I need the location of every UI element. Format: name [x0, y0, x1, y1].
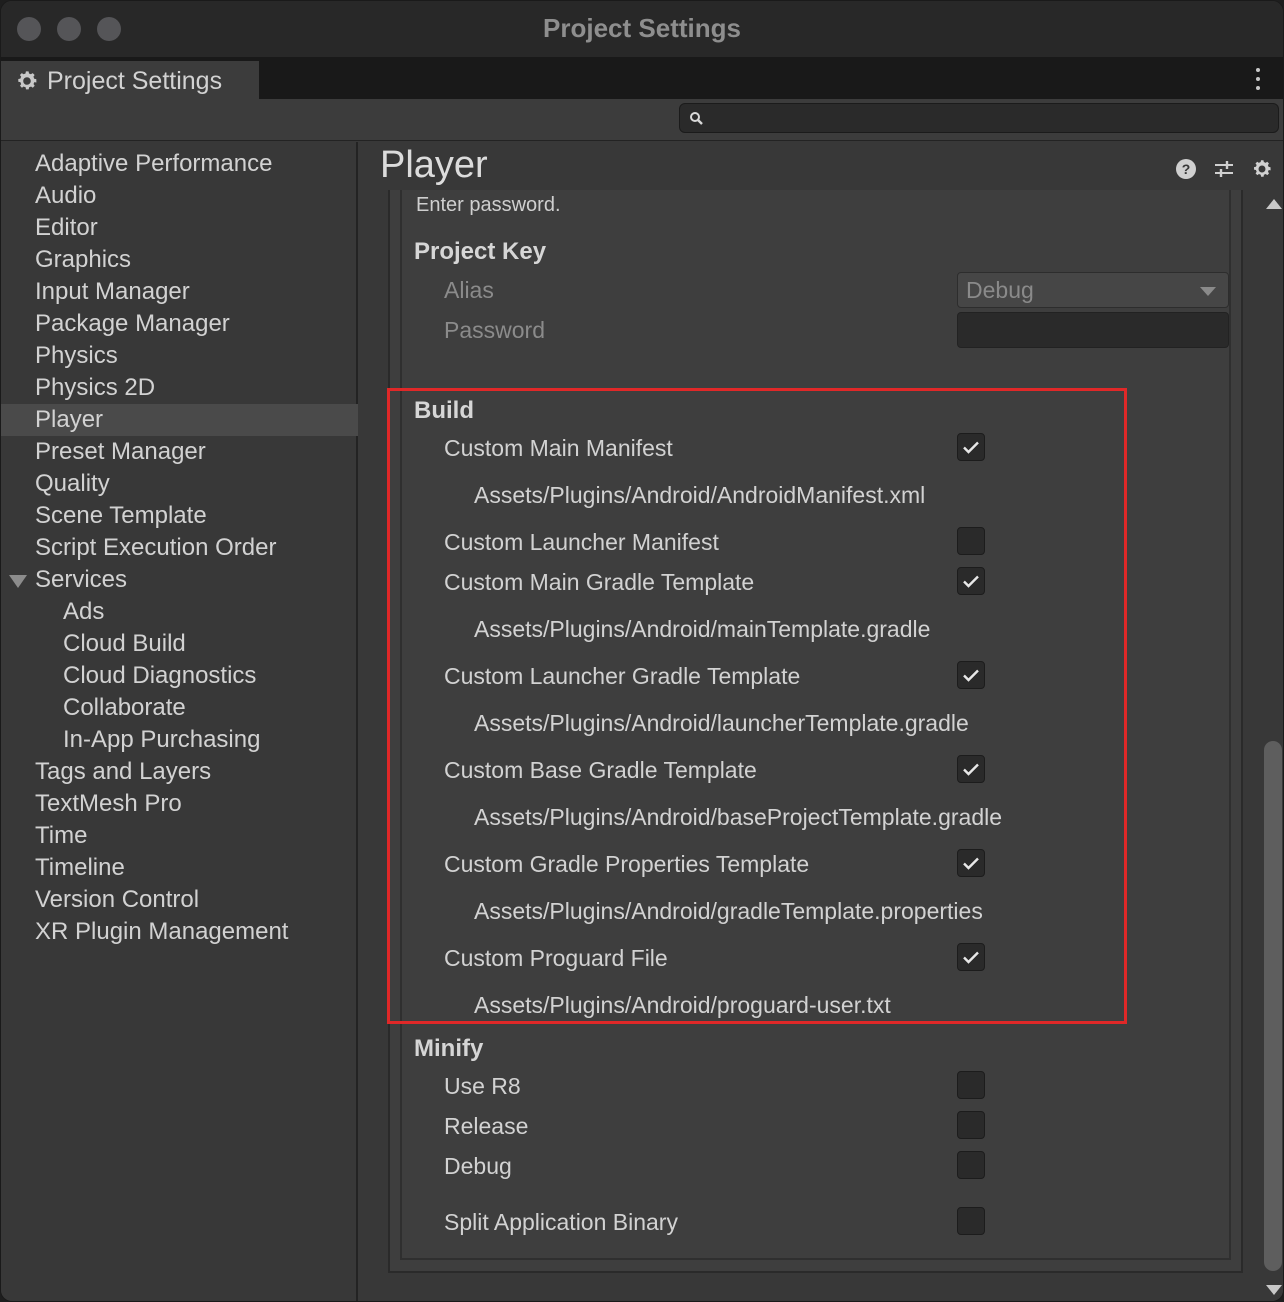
- sidebar-item-player[interactable]: Player: [1, 404, 358, 436]
- settings-gear-icon[interactable]: [1251, 158, 1273, 180]
- project-settings-window: Project Settings Project Settings Adapti…: [0, 0, 1284, 1302]
- minify-heading: Minify: [414, 1035, 484, 1062]
- use-r8-checkbox[interactable]: [957, 1071, 985, 1099]
- sidebar-item-audio[interactable]: Audio: [1, 180, 358, 212]
- alias-dropdown[interactable]: Debug: [957, 272, 1229, 308]
- release-label: Release: [444, 1113, 529, 1139]
- sidebar-item-time[interactable]: Time: [1, 820, 358, 852]
- scroll-down-arrow-icon[interactable]: [1266, 1285, 1282, 1295]
- scrollbar-thumb[interactable]: [1264, 741, 1282, 1271]
- help-icon[interactable]: ?: [1175, 158, 1197, 180]
- project-key-heading: Project Key: [414, 238, 547, 265]
- sidebar-item-in-app-purchasing[interactable]: In-App Purchasing: [1, 724, 358, 756]
- sidebar-item-timeline[interactable]: Timeline: [1, 852, 358, 884]
- more-options-icon[interactable]: [1255, 68, 1261, 90]
- title-bar: Project Settings: [1, 1, 1283, 57]
- password-label: Password: [444, 317, 545, 343]
- release-checkbox[interactable]: [957, 1111, 985, 1139]
- sidebar-item-editor[interactable]: Editor: [1, 212, 358, 244]
- password-hint: Enter password.: [416, 194, 561, 216]
- debug-label: Debug: [444, 1153, 512, 1179]
- sidebar-item-services[interactable]: Services: [1, 564, 358, 596]
- debug-checkbox[interactable]: [957, 1151, 985, 1179]
- split-application-binary-checkbox[interactable]: [957, 1207, 985, 1235]
- dropdown-arrow-icon: [1200, 287, 1216, 296]
- scroll-up-arrow-icon[interactable]: [1266, 199, 1282, 209]
- sidebar-item-physics[interactable]: Physics: [1, 340, 358, 372]
- toolbar: [1, 99, 1283, 141]
- sidebar-item-collaborate[interactable]: Collaborate: [1, 692, 358, 724]
- svg-text:?: ?: [1182, 161, 1191, 177]
- tab-bar: Project Settings: [1, 57, 1283, 101]
- alias-value: Debug: [966, 277, 1034, 303]
- sidebar-item-quality[interactable]: Quality: [1, 468, 358, 500]
- sidebar-item-preset-manager[interactable]: Preset Manager: [1, 436, 358, 468]
- sidebar-item-ads[interactable]: Ads: [1, 596, 358, 628]
- search-box[interactable]: [679, 103, 1279, 133]
- page-title: Player: [380, 144, 488, 186]
- sidebar-item-physics-2d[interactable]: Physics 2D: [1, 372, 358, 404]
- sidebar-item-package-manager[interactable]: Package Manager: [1, 308, 358, 340]
- tab-label: Project Settings: [47, 66, 223, 95]
- tab-project-settings[interactable]: Project Settings: [1, 61, 259, 101]
- sidebar-item-cloud-diagnostics[interactable]: Cloud Diagnostics: [1, 660, 358, 692]
- settings-sidebar: Adaptive Performance Audio Editor Graphi…: [1, 142, 358, 1301]
- sidebar-item-xr-plugin-management[interactable]: XR Plugin Management: [1, 916, 358, 948]
- sidebar-item-graphics[interactable]: Graphics: [1, 244, 358, 276]
- window-title: Project Settings: [543, 13, 741, 43]
- expand-triangle-icon[interactable]: [9, 575, 27, 588]
- sidebar-item-adaptive-performance[interactable]: Adaptive Performance: [1, 148, 358, 180]
- sidebar-item-script-execution-order[interactable]: Script Execution Order: [1, 532, 358, 564]
- sidebar-item-textmesh-pro[interactable]: TextMesh Pro: [1, 788, 358, 820]
- use-r8-label: Use R8: [444, 1073, 521, 1099]
- sidebar-item-input-manager[interactable]: Input Manager: [1, 276, 358, 308]
- sidebar-item-cloud-build[interactable]: Cloud Build: [1, 628, 358, 660]
- alias-label: Alias: [444, 277, 494, 303]
- search-icon: [690, 112, 703, 125]
- password-field[interactable]: [957, 312, 1229, 348]
- presets-sliders-icon[interactable]: [1213, 158, 1235, 180]
- search-input[interactable]: [712, 106, 1268, 130]
- sidebar-item-scene-template[interactable]: Scene Template: [1, 500, 358, 532]
- sidebar-item-version-control[interactable]: Version Control: [1, 884, 358, 916]
- build-section-highlight: [387, 388, 1127, 1024]
- gear-icon: [18, 71, 37, 90]
- split-application-binary-label: Split Application Binary: [444, 1209, 678, 1235]
- vertical-scrollbar[interactable]: [1263, 191, 1283, 1301]
- sidebar-item-tags-and-layers[interactable]: Tags and Layers: [1, 756, 358, 788]
